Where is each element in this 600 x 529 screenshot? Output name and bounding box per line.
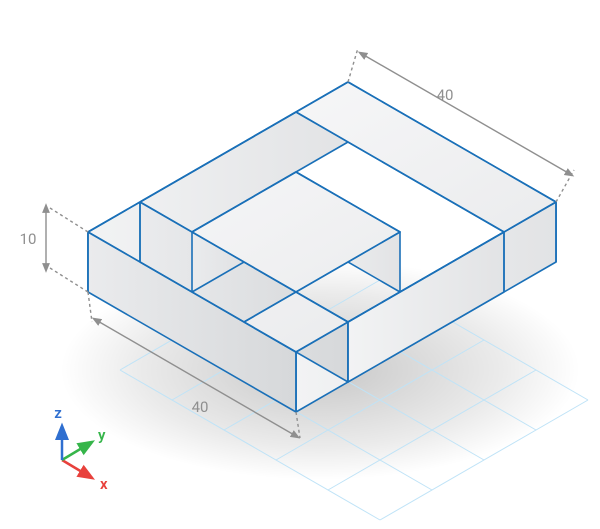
axis-z-label: z [54,404,62,422]
axis-x-label: x [100,475,108,493]
isometric-diagram: 40 40 10 x y z [0,0,600,529]
axis-y-label: y [98,426,106,444]
dim-height: 10 [20,230,37,248]
dim-top-width: 40 [437,86,454,104]
dim-bottom-width: 40 [192,398,209,416]
